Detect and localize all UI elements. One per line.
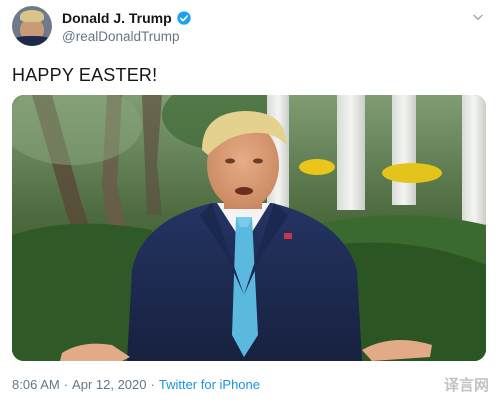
- verified-badge-icon: [177, 11, 191, 25]
- watermark: 译言网: [443, 376, 489, 394]
- tweet-card: Donald J. Trump @realDonaldTrump HAPPY E…: [0, 0, 499, 403]
- author-handle[interactable]: @realDonaldTrump: [62, 29, 180, 44]
- chevron-down-icon[interactable]: [471, 10, 485, 24]
- author-display-name[interactable]: Donald J. Trump: [62, 10, 172, 26]
- author-name-row: Donald J. Trump: [62, 10, 192, 26]
- tweet-date[interactable]: Apr 12, 2020: [72, 377, 146, 392]
- avatar-hair: [20, 10, 44, 22]
- tweet-meta: 8:06 AM · Apr 12, 2020 · Twitter for iPh…: [12, 377, 260, 392]
- tweet-media-image[interactable]: [12, 95, 486, 361]
- avatar-suit: [12, 36, 52, 46]
- tweet-text: HAPPY EASTER!: [12, 65, 158, 85]
- tweet-source-link[interactable]: Twitter for iPhone: [159, 377, 260, 392]
- media-image: [12, 95, 486, 361]
- avatar[interactable]: [12, 6, 52, 46]
- tweet-time[interactable]: 8:06 AM: [12, 377, 60, 392]
- meta-separator: ·: [150, 377, 155, 392]
- meta-separator: ·: [63, 377, 69, 392]
